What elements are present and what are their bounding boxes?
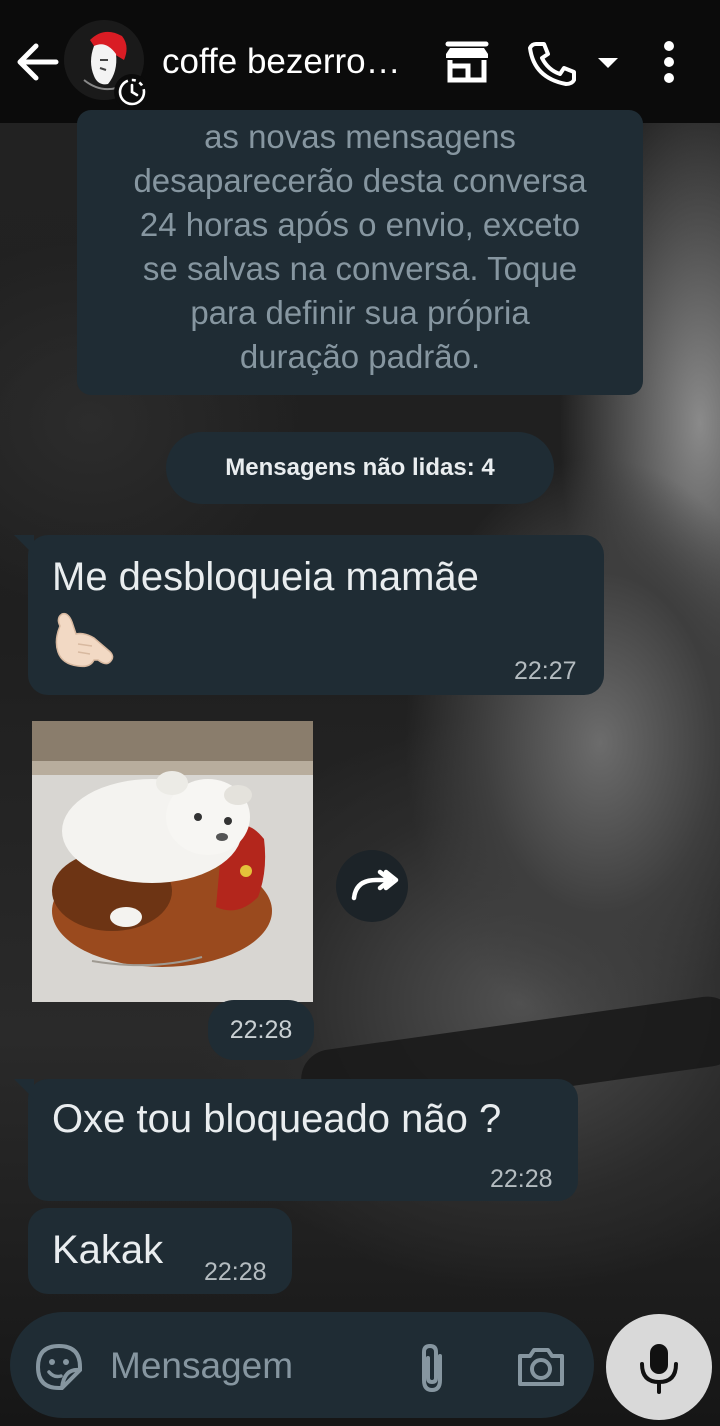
notice-line: 24 horas após o envio, exceto: [139, 206, 581, 243]
bubble-tail: [14, 1079, 34, 1099]
forward-icon: [351, 869, 399, 901]
overflow-menu-icon: [664, 41, 674, 83]
disappearing-timer-badge: [114, 74, 150, 110]
message-time: 22:27: [514, 657, 577, 685]
store-button[interactable]: [442, 40, 492, 84]
dropdown-caret-icon: [598, 58, 618, 68]
timer-icon: [118, 78, 146, 106]
voice-message-button[interactable]: [606, 1314, 712, 1420]
chat-header: coffe bezerro…: [0, 0, 720, 123]
camera-icon: [518, 1348, 564, 1386]
call-me-hand-emoji: [50, 608, 118, 670]
puppy-on-rooster-image: [32, 721, 313, 1002]
store-icon: [445, 41, 489, 83]
image-time-badge: 22:28: [208, 1000, 314, 1060]
sticker-button[interactable]: [34, 1342, 84, 1392]
notice-line: as novas mensagens: [204, 118, 516, 155]
call-options-button[interactable]: [594, 52, 622, 72]
forward-button[interactable]: [336, 850, 408, 922]
sticker-icon: [35, 1343, 82, 1390]
call-button[interactable]: [526, 38, 578, 86]
phone-icon: [528, 42, 576, 86]
notice-line: se salvas na conversa. Toque: [142, 250, 578, 287]
call-me-hand-icon: [55, 612, 114, 668]
bubble-tail: [14, 535, 34, 555]
disappearing-messages-notice[interactable]: as novas mensagens desaparecerão desta c…: [77, 110, 643, 395]
notice-line: duração padrão.: [239, 338, 481, 375]
back-button[interactable]: [14, 40, 60, 84]
incoming-message-bubble[interactable]: Kakak 22:28: [28, 1208, 292, 1294]
message-time: 22:28: [490, 1165, 553, 1193]
message-text: Oxe tou bloqueado não ?: [52, 1097, 502, 1141]
message-input[interactable]: Mensagem: [110, 1338, 293, 1394]
notice-line: para definir sua própria: [190, 294, 530, 331]
mic-icon: [640, 1344, 678, 1394]
image-message[interactable]: [32, 721, 313, 1002]
contact-name[interactable]: coffe bezerro…: [162, 40, 422, 84]
attach-icon: [422, 1343, 442, 1393]
message-time: 22:28: [204, 1258, 267, 1286]
camera-button[interactable]: [516, 1344, 566, 1388]
notice-line: desaparecerão desta conversa: [133, 162, 587, 199]
message-text: Me desbloqueia mamãe: [52, 555, 479, 599]
message-text: Kakak: [52, 1228, 164, 1272]
unread-messages-divider: Mensagens não lidas: 4: [166, 432, 554, 504]
overflow-menu-button[interactable]: [654, 38, 684, 86]
back-arrow-icon: [17, 43, 59, 81]
incoming-message-bubble[interactable]: Oxe tou bloqueado não ? 22:28: [14, 1079, 578, 1201]
attach-button[interactable]: [412, 1340, 452, 1396]
message-composer: [10, 1312, 594, 1418]
